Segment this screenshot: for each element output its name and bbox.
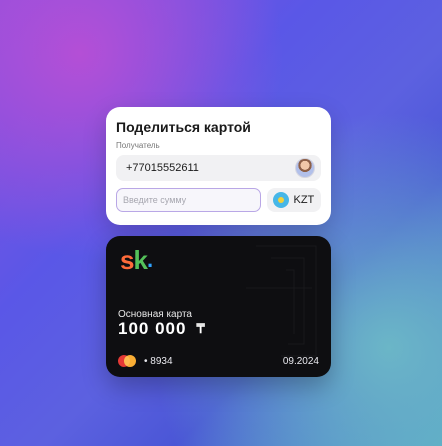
avatar-icon — [295, 158, 315, 178]
recipient-phone: +77015552611 — [126, 162, 199, 174]
card-balance-amount: 100 000 — [118, 319, 187, 338]
card-masked-number: • 8934 — [144, 355, 173, 367]
sk-logo-dot: . — [146, 247, 153, 272]
currency-code: KZT — [293, 194, 315, 206]
card-footer: • 8934 09.2024 — [118, 355, 319, 367]
card-number-group: • 8934 — [118, 355, 173, 367]
card-balance: 100 000 ₸ — [118, 319, 206, 339]
recipient-label: Получатель — [116, 141, 160, 150]
share-card-panel: Поделиться картой Получатель +7701555261… — [106, 107, 331, 225]
tenge-currency-icon: ₸ — [196, 321, 206, 336]
bank-card[interactable]: s k . Основная карта 100 000 ₸ • 8934 09… — [106, 236, 331, 377]
mastercard-icon — [118, 355, 136, 367]
sk-logo: s k . — [120, 245, 153, 275]
sk-logo-k: k — [133, 245, 148, 275]
kazakhstan-flag-icon — [273, 192, 290, 208]
recipient-field[interactable]: +77015552611 — [116, 155, 321, 181]
share-card-title: Поделиться картой — [116, 119, 251, 135]
card-expiry: 09.2024 — [282, 355, 319, 367]
sk-logo-s: s — [120, 245, 135, 275]
amount-row: KZT — [116, 188, 321, 212]
amount-input[interactable] — [116, 188, 262, 212]
currency-selector[interactable]: KZT — [267, 188, 321, 212]
